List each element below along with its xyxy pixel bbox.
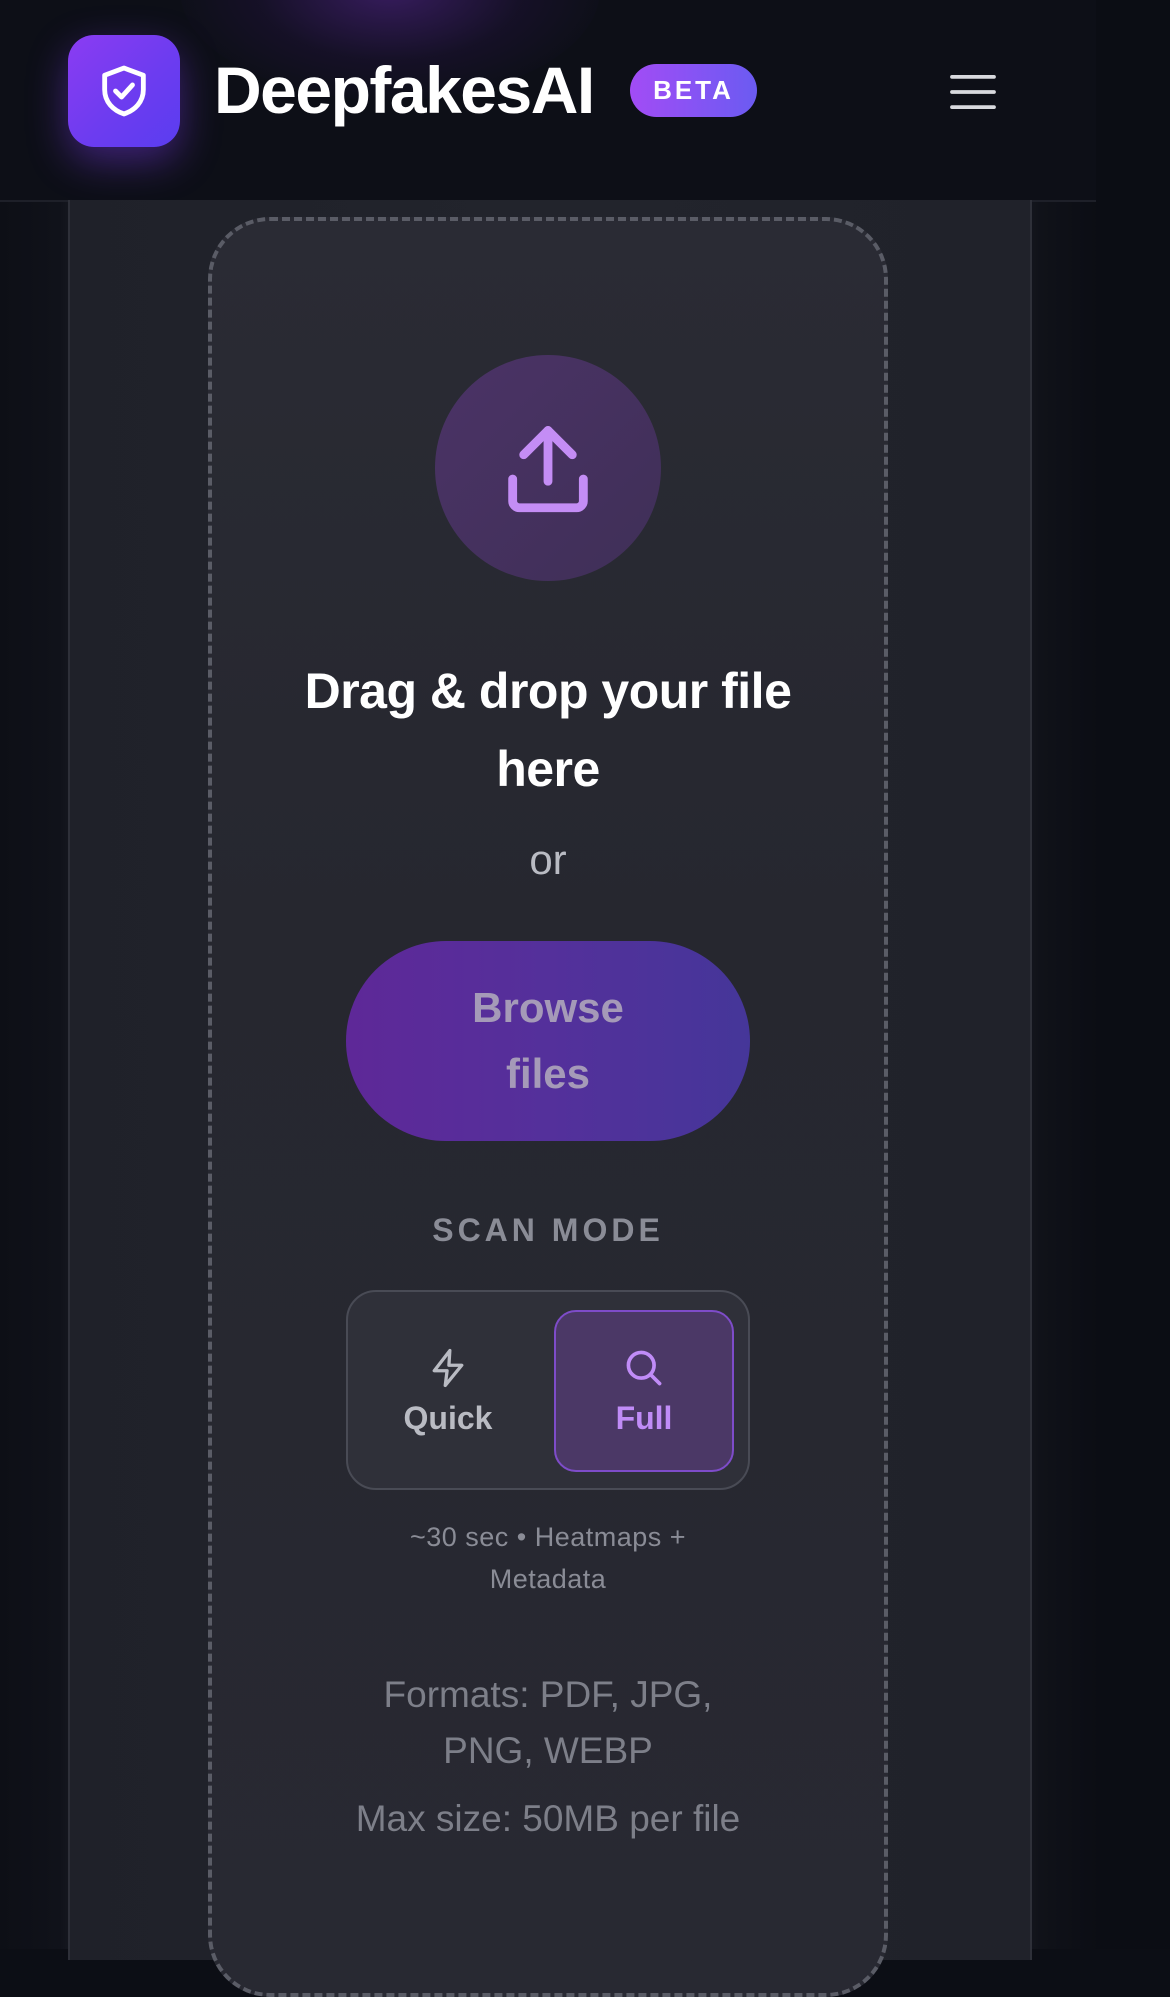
quick-option-label: Quick	[403, 1399, 493, 1436]
browse-files-button[interactable]: Browse files	[346, 941, 750, 1141]
hamburger-menu-icon	[950, 74, 996, 110]
dropzone-title: Drag & drop your file here	[304, 663, 792, 797]
scan-mode-description: ~30 sec • Heatmaps + Metadata	[409, 1522, 687, 1594]
scan-mode-quick-option[interactable]: Quick	[358, 1310, 538, 1472]
brand-name: DeepfakesAI	[214, 53, 595, 127]
logo[interactable]	[68, 35, 180, 147]
app-header: DeepfakesAI BETA	[0, 0, 1096, 202]
scan-mode-full-option[interactable]: Full	[554, 1310, 734, 1472]
shield-check-icon	[102, 65, 146, 117]
upload-icon	[508, 426, 588, 513]
or-separator: or	[529, 836, 567, 883]
magnifier-icon	[626, 1350, 662, 1385]
scan-mode-label: SCAN MODE	[432, 1212, 664, 1248]
max-file-size: Max size: 50MB per file	[355, 1798, 741, 1839]
lightning-bolt-icon	[432, 1348, 464, 1387]
scan-mode-toggle: Quick Full	[346, 1290, 750, 1490]
full-option-label: Full	[615, 1399, 673, 1436]
upload-icon-circle	[435, 355, 661, 581]
menu-button[interactable]	[943, 62, 1003, 122]
supported-formats: Formats: PDF, JPG, PNG, WEBP	[383, 1674, 713, 1771]
beta-badge: BETA	[630, 64, 757, 117]
